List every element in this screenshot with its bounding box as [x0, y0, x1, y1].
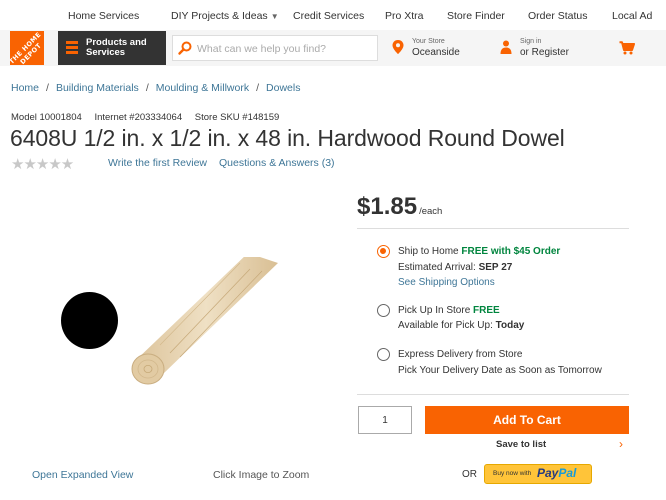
estimated-arrival-date: SEP 27: [478, 262, 513, 273]
cart-icon[interactable]: [619, 41, 635, 55]
nav-pro-xtra[interactable]: Pro Xtra: [385, 10, 424, 22]
location-pin-icon: [392, 40, 404, 54]
image-overlay-dot: [61, 292, 118, 349]
product-title: 6408U 1/2 in. x 1/2 in. x 48 in. Hardwoo…: [10, 125, 565, 151]
paypal-buy-now-button[interactable]: Buy now with PayPal: [484, 464, 592, 484]
search-box: [172, 35, 378, 61]
products-and-services-button[interactable]: Products and Services: [58, 31, 166, 65]
site-header: THE HOME DEPOT Products and Services You…: [0, 30, 666, 66]
breadcrumb-dowels[interactable]: Dowels: [266, 82, 300, 94]
register-label: or Register: [520, 47, 569, 58]
internet-number: Internet #203334064: [94, 112, 183, 123]
product-identifiers: Model 10001804 Internet #203334064 Store…: [11, 112, 289, 123]
price-unit: /each: [419, 206, 443, 217]
save-to-list-link[interactable]: Save to list: [496, 439, 546, 450]
chevron-right-icon[interactable]: ›: [619, 437, 623, 451]
open-expanded-view-link[interactable]: Open Expanded View: [32, 469, 133, 481]
express-delivery-subtext: Pick Your Delivery Date as Soon as Tomor…: [398, 365, 602, 376]
paypal-logo-pal: Pal: [558, 466, 577, 480]
ship-to-home-label-line: Ship to Home FREE with $45 Order: [398, 246, 560, 257]
nav-diy-projects-label: DIY Projects & Ideas: [171, 10, 268, 22]
pick-up-free: FREE: [473, 305, 500, 316]
chevron-down-icon: ▼: [270, 12, 279, 21]
pick-up-availability-value: Today: [495, 320, 525, 331]
breadcrumb: Home / Building Materials / Moulding & Millw…: [11, 82, 300, 94]
nav-diy-projects[interactable]: DIY Projects & Ideas ▼: [171, 10, 279, 22]
zoom-hint: Click Image to Zoom: [213, 469, 310, 481]
person-icon: [500, 40, 512, 54]
top-utility-nav: Home Services DIY Projects & Ideas ▼ Cred…: [0, 0, 666, 32]
search-icon[interactable]: [177, 40, 193, 56]
product-image-dowel[interactable]: [130, 257, 280, 392]
pick-up-availability-label: Available for Pick Up:: [398, 320, 496, 331]
store-sku: Store SKU #148159: [194, 112, 280, 123]
breadcrumb-separator: /: [145, 82, 149, 94]
write-review-link[interactable]: Write the first Review: [108, 157, 207, 169]
express-delivery-radio[interactable]: [377, 348, 390, 361]
quantity-input[interactable]: [358, 406, 412, 434]
fulfillment-divider: [357, 394, 629, 395]
price-amount: $1.85: [357, 193, 418, 220]
breadcrumb-building-materials[interactable]: Building Materials: [56, 82, 139, 94]
estimated-arrival-line: Estimated Arrival: SEP 27: [398, 262, 512, 273]
ship-to-home-label: Ship to Home: [398, 246, 462, 257]
estimated-arrival-label: Estimated Arrival:: [398, 262, 479, 273]
nav-home-services[interactable]: Home Services: [68, 10, 139, 22]
paypal-caption: Buy now with: [493, 470, 532, 477]
nav-credit-services[interactable]: Credit Services: [293, 10, 364, 22]
sign-in-caption: Sign in: [520, 38, 542, 45]
store-caption: Your Store: [412, 38, 445, 45]
nav-order-status[interactable]: Order Status: [528, 10, 588, 22]
rating-stars[interactable]: ★★★★★: [11, 155, 74, 173]
or-separator: OR: [462, 469, 477, 480]
breadcrumb-separator: /: [256, 82, 260, 94]
pick-up-availability-line: Available for Pick Up: Today: [398, 320, 524, 331]
price-divider: [357, 228, 629, 229]
ship-to-home-radio[interactable]: [377, 245, 390, 258]
ship-free-threshold: FREE with $45 Order: [461, 246, 561, 257]
questions-answers-link[interactable]: Questions & Answers (3): [219, 157, 335, 169]
add-to-cart-button[interactable]: Add To Cart: [425, 406, 629, 434]
hamburger-icon: [66, 41, 78, 54]
paypal-logo: PayPal: [537, 466, 576, 480]
logo-wordmark: THE HOME DEPOT: [10, 31, 44, 65]
pick-up-label: Pick Up In Store: [398, 305, 474, 316]
breadcrumb-moulding-millwork[interactable]: Moulding & Millwork: [156, 82, 249, 94]
home-depot-logo[interactable]: THE HOME DEPOT: [10, 31, 44, 65]
breadcrumb-home[interactable]: Home: [11, 82, 39, 94]
model-number: Model 10001804: [11, 112, 82, 123]
price-block: $1.85/each: [357, 193, 442, 221]
search-input[interactable]: [197, 40, 373, 57]
pick-up-label-line: Pick Up In Store FREE: [398, 305, 500, 316]
products-and-services-label: Products and Services: [86, 37, 147, 58]
paypal-logo-pay: Pay: [537, 466, 559, 480]
express-delivery-label: Express Delivery from Store: [398, 349, 523, 360]
pick-up-in-store-radio[interactable]: [377, 304, 390, 317]
store-name: Oceanside: [412, 47, 460, 58]
nav-store-finder[interactable]: Store Finder: [447, 10, 505, 22]
breadcrumb-separator: /: [46, 82, 49, 94]
nav-local-ad[interactable]: Local Ad: [612, 10, 652, 22]
see-shipping-options-link[interactable]: See Shipping Options: [398, 277, 495, 288]
